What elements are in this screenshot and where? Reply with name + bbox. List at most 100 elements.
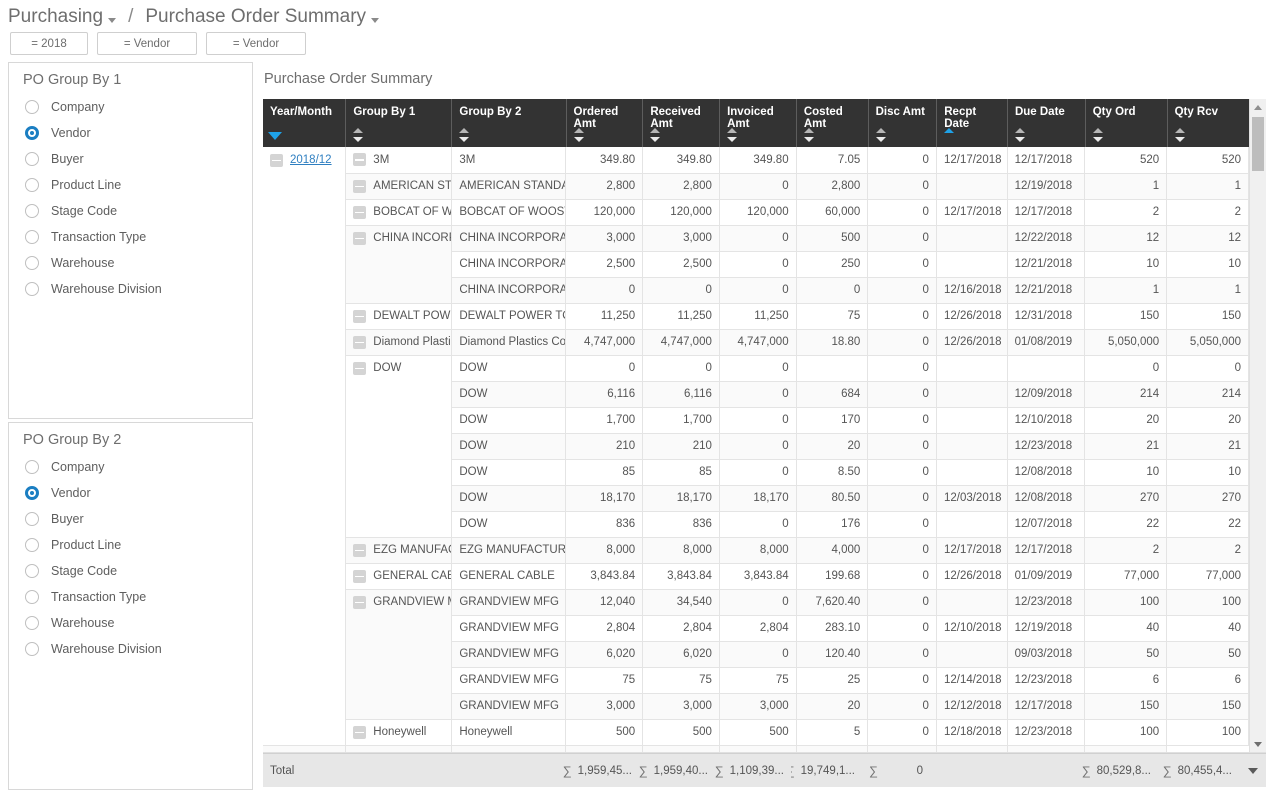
column-header-invoiced-amt[interactable]: Invoiced Amt (719, 99, 797, 147)
grid-body-scroller[interactable]: 2018/12 3M 3M 349.80 349.80 349.80 7.05 0 12/17/… (263, 147, 1266, 752)
table-row[interactable]: GENERAL CABLEGENERAL CABLE3,843.843,843.… (263, 563, 1249, 590)
column-header-group-by-2[interactable]: Group By 2 (451, 99, 567, 147)
column-header-costed-amt[interactable]: Costed Amt (796, 99, 869, 147)
collapse-icon[interactable] (353, 361, 367, 375)
radio-unchecked-icon[interactable] (25, 100, 39, 114)
sort-ascending-icon[interactable] (944, 128, 955, 142)
radio-unchecked-icon[interactable] (25, 590, 39, 604)
collapse-icon[interactable] (353, 179, 367, 193)
column-header-ordered-amt[interactable]: Ordered Amt (566, 99, 644, 147)
radio-option-transaction-type[interactable]: Transaction Type (9, 224, 252, 250)
radio-unchecked-icon[interactable] (25, 538, 39, 552)
filter-chip-2[interactable]: = Vendor (206, 32, 306, 55)
radio-option-warehouse-division[interactable]: Warehouse Division (9, 276, 252, 302)
column-header-recpt-date[interactable]: Recpt Date (936, 99, 1008, 147)
column-header-qty-rcv[interactable]: Qty Rcv (1167, 99, 1249, 147)
group-by-1-cell[interactable]: EZG MANUFACT... (345, 537, 453, 564)
total-scroll-down-icon[interactable] (1239, 767, 1266, 774)
group-by-1-cell[interactable]: 3M (345, 147, 453, 174)
radio-option-vendor[interactable]: Vendor (9, 480, 252, 506)
table-row-partial[interactable] (263, 745, 1249, 752)
table-row[interactable]: CHINA INCORPO...CHINA INCORPORATED3,0003… (263, 225, 1249, 304)
sort-toggle-icon[interactable] (1092, 128, 1104, 142)
column-header-due-date[interactable]: Due Date (1007, 99, 1086, 147)
radio-unchecked-icon[interactable] (25, 204, 39, 218)
collapse-icon[interactable] (353, 543, 367, 557)
collapse-icon[interactable] (353, 725, 367, 739)
radio-unchecked-icon[interactable] (25, 616, 39, 630)
radio-option-warehouse[interactable]: Warehouse (9, 250, 252, 276)
sort-toggle-icon[interactable] (727, 128, 738, 142)
radio-option-vendor[interactable]: Vendor (9, 120, 252, 146)
table-row[interactable]: EZG MANUFACT...EZG MANUFACTURING8,0008,0… (263, 537, 1249, 564)
radio-option-stage-code[interactable]: Stage Code (9, 198, 252, 224)
chevron-down-icon[interactable] (371, 17, 380, 23)
collapse-icon[interactable] (353, 231, 367, 245)
radio-option-company[interactable]: Company (9, 94, 252, 120)
group-by-1-cell[interactable]: Honeywell (345, 719, 453, 746)
radio-option-warehouse[interactable]: Warehouse (9, 610, 252, 636)
group-by-1-cell[interactable]: BOBCAT OF WOO... (345, 199, 453, 226)
column-header-group-by-1[interactable]: Group By 1 (345, 99, 453, 147)
breadcrumb-current[interactable]: Purchase Order Summary (145, 6, 380, 28)
collapse-icon[interactable] (353, 205, 367, 219)
year-month-cell[interactable]: 2018/12 (263, 147, 347, 746)
collapse-icon[interactable] (353, 595, 367, 609)
table-row[interactable]: 2018/12 3M 3M 349.80 349.80 349.80 7.05 0 12/17/… (263, 147, 1249, 746)
table-row[interactable]: Diamond Plastic...Diamond Plastics Corp4… (263, 329, 1249, 356)
radio-unchecked-icon[interactable] (25, 256, 39, 270)
collapse-icon[interactable] (353, 309, 367, 323)
table-row[interactable]: AMERICAN STAN...AMERICAN STANDARD2,8002,… (263, 173, 1249, 200)
radio-unchecked-icon[interactable] (25, 512, 39, 526)
radio-unchecked-icon[interactable] (25, 178, 39, 192)
year-month-link[interactable]: 2018/12 (290, 154, 332, 166)
filter-chip-1[interactable]: = Vendor (97, 32, 197, 55)
sort-toggle-icon[interactable] (1014, 128, 1026, 142)
table-row[interactable]: Honeywell Honeywell 500 500 500 5 0 12/18/2018 1… (263, 719, 1249, 746)
collapse-icon[interactable] (353, 335, 367, 349)
radio-option-buyer[interactable]: Buyer (9, 146, 252, 172)
radio-option-warehouse-division[interactable]: Warehouse Division (9, 636, 252, 662)
radio-option-product-line[interactable]: Product Line (9, 172, 252, 198)
column-header-qty-ord[interactable]: Qty Ord (1085, 99, 1168, 147)
scroll-up-icon[interactable] (1250, 99, 1266, 115)
sort-toggle-icon[interactable] (803, 128, 815, 142)
radio-unchecked-icon[interactable] (25, 564, 39, 578)
radio-unchecked-icon[interactable] (25, 460, 39, 474)
radio-unchecked-icon[interactable] (25, 642, 39, 656)
group-by-1-cell[interactable]: GRANDVIEW MFG (345, 589, 453, 720)
radio-unchecked-icon[interactable] (25, 282, 39, 296)
sort-toggle-icon[interactable] (353, 128, 364, 142)
group-by-1-cell[interactable]: CHINA INCORPO... (345, 225, 453, 304)
column-header-year-month[interactable]: Year/Month (263, 99, 347, 147)
scrollbar-thumb[interactable] (1252, 117, 1264, 171)
group-by-1-cell[interactable]: Diamond Plastic... (345, 329, 453, 356)
vertical-scrollbar[interactable] (1249, 99, 1266, 752)
breadcrumb-root[interactable]: Purchasing (8, 6, 117, 28)
radio-option-company[interactable]: Company (9, 454, 252, 480)
chevron-down-icon[interactable] (108, 17, 117, 23)
table-row[interactable]: DOW DOW 0 0 0 0 0 0 (263, 355, 1249, 538)
collapse-icon[interactable] (353, 569, 367, 583)
radio-checked-icon[interactable] (25, 486, 39, 500)
sort-toggle-icon[interactable] (875, 128, 887, 142)
column-header-disc-amt[interactable]: Disc Amt (868, 99, 938, 147)
group-by-1-cell[interactable]: GENERAL CABLE (345, 563, 453, 590)
radio-option-product-line[interactable]: Product Line (9, 532, 252, 558)
sort-descending-icon[interactable] (268, 128, 282, 142)
group-by-1-cell[interactable]: DOW (345, 355, 453, 538)
table-row[interactable]: GRANDVIEW MFGGRANDVIEW MFG12,04034,54007… (263, 589, 1249, 720)
collapse-icon[interactable] (270, 153, 283, 167)
group-by-1-cell[interactable]: DEWALT POWER ... (345, 303, 453, 330)
group-by-1-cell[interactable]: AMERICAN STAN... (345, 173, 453, 200)
table-row[interactable]: BOBCAT OF WOO...BOBCAT OF WOOSTER120,000… (263, 199, 1249, 226)
column-header-received-amt[interactable]: Received Amt (642, 99, 721, 147)
filter-chip-0[interactable]: = 2018 (10, 32, 88, 55)
sort-toggle-icon[interactable] (573, 128, 585, 142)
collapse-icon[interactable] (353, 153, 367, 166)
table-row[interactable]: DEWALT POWER ...DEWALT POWER TO...11,250… (263, 303, 1249, 330)
radio-option-stage-code[interactable]: Stage Code (9, 558, 252, 584)
scroll-down-icon[interactable] (1250, 736, 1266, 752)
sort-toggle-icon[interactable] (459, 128, 470, 142)
radio-unchecked-icon[interactable] (25, 230, 39, 244)
